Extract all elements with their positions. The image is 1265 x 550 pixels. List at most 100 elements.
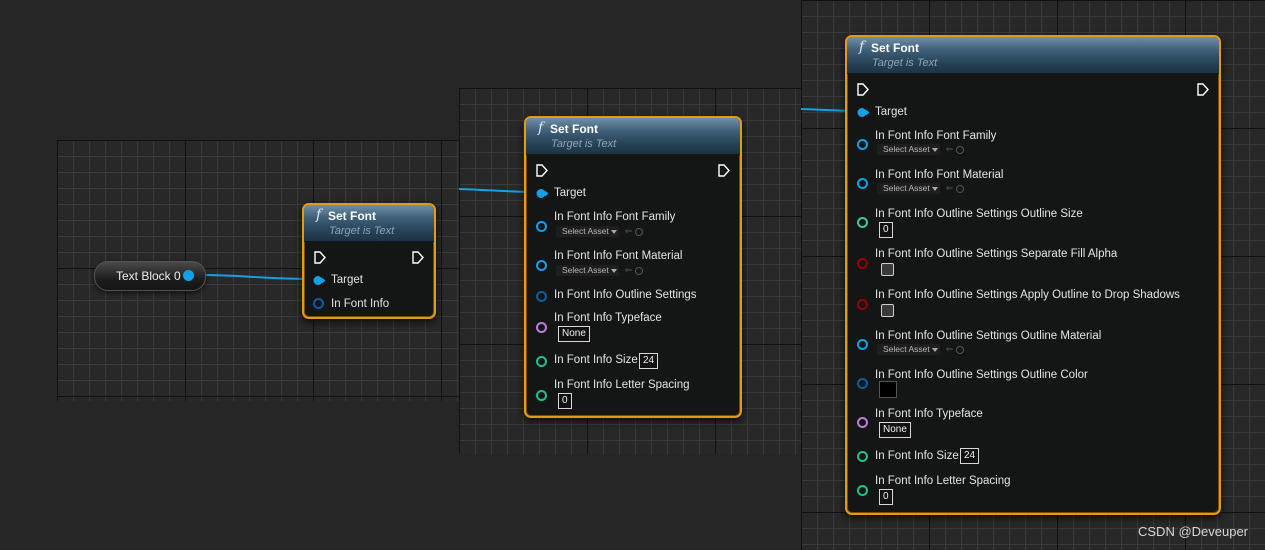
outline-material-select[interactable]: Select Asset ⇐ — [877, 344, 965, 355]
outline-material-label: In Font Info Outline Settings Outline Ma… — [875, 330, 1102, 342]
use-selected-arrow-icon[interactable]: ⇐ — [625, 226, 633, 236]
target-label: Target — [554, 187, 586, 199]
font-material-select[interactable]: Select Asset ⇐ — [556, 265, 644, 276]
outline-color-pin[interactable] — [857, 378, 868, 389]
exec-in-pin[interactable] — [314, 251, 326, 264]
letter-spacing-pin[interactable] — [857, 485, 868, 496]
browse-search-icon[interactable] — [635, 227, 644, 236]
outline-settings-label: In Font Info Outline Settings — [554, 289, 697, 301]
browse-search-icon[interactable] — [956, 184, 965, 193]
size-value[interactable]: 24 — [960, 448, 980, 464]
letter-spacing-label: In Font Info Letter Spacing — [875, 475, 1011, 487]
outline-material-pin[interactable] — [857, 339, 868, 350]
browse-search-icon[interactable] — [956, 145, 965, 154]
letter-spacing-value[interactable]: 0 — [879, 489, 893, 505]
font-info-label: In Font Info — [331, 298, 390, 310]
outline-color-label: In Font Info Outline Settings Outline Co… — [875, 369, 1088, 381]
watermark: CSDN @Deveuper — [1138, 524, 1249, 539]
outline-size-value[interactable]: 0 — [879, 222, 893, 238]
letter-spacing-label: In Font Info Letter Spacing — [554, 379, 690, 391]
target-pin[interactable] — [857, 108, 870, 117]
typeface-value[interactable]: None — [879, 422, 911, 438]
apply-outline-shadows-checkbox[interactable] — [881, 304, 894, 317]
size-label: In Font Info Size — [554, 354, 638, 366]
node-title: Set Font — [550, 122, 598, 136]
target-label: Target — [331, 274, 363, 286]
node-title: Set Font — [328, 209, 376, 223]
outline-settings-pin[interactable] — [536, 291, 547, 302]
separate-fill-alpha-label: In Font Info Outline Settings Separate F… — [875, 248, 1118, 260]
size-value[interactable]: 24 — [639, 353, 659, 369]
outline-size-pin[interactable] — [857, 217, 868, 228]
set-font-node-1[interactable]: f Set Font Target is Text Target In Font… — [302, 203, 436, 319]
function-icon: f — [316, 207, 322, 223]
variable-label: Text Block 0 — [116, 269, 181, 283]
exec-in-pin[interactable] — [536, 164, 548, 177]
target-pin[interactable] — [536, 189, 549, 198]
chevron-down-icon — [931, 186, 938, 191]
font-material-pin[interactable] — [857, 178, 868, 189]
font-family-label: In Font Info Font Family — [875, 130, 997, 142]
letter-spacing-pin[interactable] — [536, 390, 547, 401]
outline-color-swatch[interactable] — [879, 381, 897, 398]
typeface-pin[interactable] — [536, 322, 547, 333]
variable-output-pin[interactable] — [183, 270, 194, 281]
use-selected-arrow-icon[interactable]: ⇐ — [946, 144, 954, 154]
separate-fill-alpha-pin[interactable] — [857, 258, 868, 269]
chevron-down-icon — [610, 229, 617, 234]
chevron-down-icon — [610, 268, 617, 273]
function-icon: f — [859, 39, 865, 55]
target-pin[interactable] — [313, 276, 326, 285]
set-font-node-3[interactable]: f Set Font Target is Text Target In Font… — [845, 35, 1221, 515]
select-asset-label: Select Asset — [883, 144, 930, 154]
select-asset-label: Select Asset — [562, 226, 609, 236]
use-selected-arrow-icon[interactable]: ⇐ — [946, 344, 954, 354]
use-selected-arrow-icon[interactable]: ⇐ — [946, 183, 954, 193]
select-asset-label: Select Asset — [883, 183, 930, 193]
outline-size-label: In Font Info Outline Settings Outline Si… — [875, 208, 1083, 220]
chevron-down-icon — [931, 147, 938, 152]
node-header: f Set Font Target is Text — [304, 205, 434, 242]
size-pin[interactable] — [536, 356, 547, 367]
browse-search-icon[interactable] — [635, 266, 644, 275]
apply-outline-shadows-label: In Font Info Outline Settings Apply Outl… — [875, 289, 1180, 301]
select-asset-label: Select Asset — [883, 344, 930, 354]
typeface-label: In Font Info Typeface — [875, 408, 983, 420]
set-font-node-2[interactable]: f Set Font Target is Text Target In Font… — [524, 116, 742, 418]
font-family-select[interactable]: Select Asset ⇐ — [877, 144, 965, 155]
font-family-pin[interactable] — [857, 139, 868, 150]
node-header: f Set Font Target is Text — [847, 37, 1219, 74]
node-title: Set Font — [871, 41, 919, 55]
size-label: In Font Info Size — [875, 450, 959, 462]
apply-outline-shadows-pin[interactable] — [857, 299, 868, 310]
browse-search-icon[interactable] — [956, 345, 965, 354]
exec-out-pin[interactable] — [1197, 83, 1209, 96]
typeface-pin[interactable] — [857, 417, 868, 428]
exec-out-pin[interactable] — [718, 164, 730, 177]
exec-in-pin[interactable] — [857, 83, 869, 96]
size-pin[interactable] — [857, 451, 868, 462]
font-family-pin[interactable] — [536, 221, 547, 232]
exec-out-pin[interactable] — [412, 251, 424, 264]
font-material-pin[interactable] — [536, 260, 547, 271]
node-subtitle: Target is Text — [551, 138, 617, 150]
function-icon: f — [538, 120, 544, 136]
node-subtitle: Target is Text — [329, 225, 395, 237]
separate-fill-alpha-checkbox[interactable] — [881, 263, 894, 276]
font-material-label: In Font Info Font Material — [554, 250, 683, 262]
letter-spacing-value[interactable]: 0 — [558, 393, 572, 409]
font-family-label: In Font Info Font Family — [554, 211, 676, 223]
target-label: Target — [875, 106, 907, 118]
use-selected-arrow-icon[interactable]: ⇐ — [625, 265, 633, 275]
typeface-value[interactable]: None — [558, 326, 590, 342]
font-material-select[interactable]: Select Asset ⇐ — [877, 183, 965, 194]
font-material-label: In Font Info Font Material — [875, 169, 1004, 181]
font-info-pin[interactable] — [313, 298, 324, 309]
select-asset-label: Select Asset — [562, 265, 609, 275]
node-subtitle: Target is Text — [872, 57, 938, 69]
chevron-down-icon — [931, 347, 938, 352]
font-family-select[interactable]: Select Asset ⇐ — [556, 226, 644, 237]
typeface-label: In Font Info Typeface — [554, 312, 662, 324]
node-header: f Set Font Target is Text — [526, 118, 740, 155]
text-block-variable-node[interactable]: Text Block 0 — [94, 261, 206, 291]
